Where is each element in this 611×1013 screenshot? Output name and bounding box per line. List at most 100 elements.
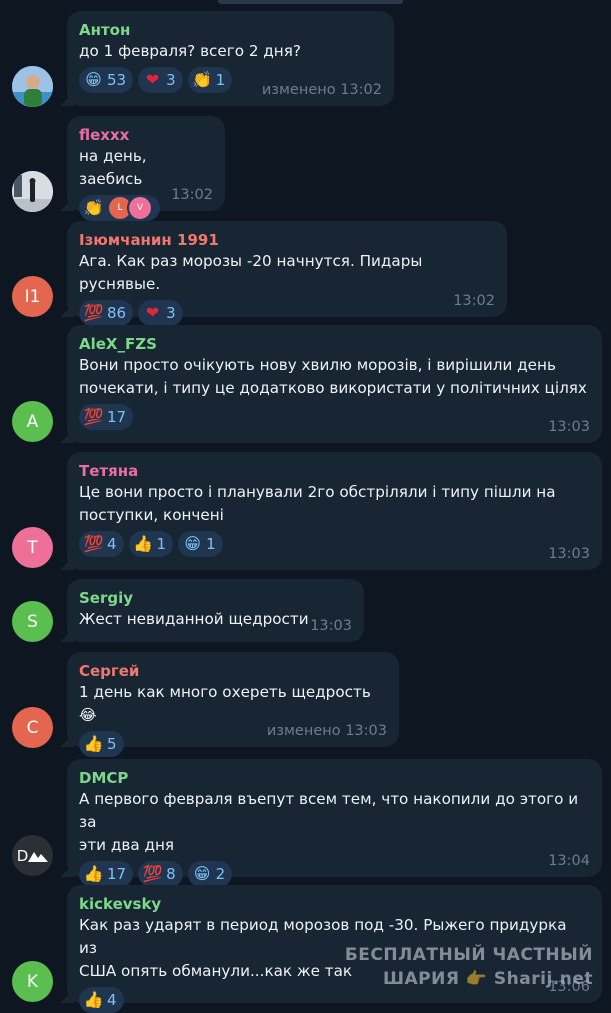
reaction-count: 1 <box>156 535 167 553</box>
grin-emoji-icon: 😁 <box>193 864 211 883</box>
hundred-emoji-icon: 💯 <box>83 407 104 426</box>
reactions-bar: 👍 17 💯 8 😁 2 <box>79 861 589 887</box>
clap-emoji-icon: 👏 <box>83 198 104 217</box>
author-name[interactable]: Тетяна <box>79 461 589 481</box>
reaction-count: 53 <box>107 71 127 89</box>
message-bubble[interactable]: Антон до 1 февраля? всего 2 дня? 😁 53 ❤ 3 👏 1 из… <box>67 11 394 106</box>
message-text: Вони просто очікують нову хвилю морозів,… <box>79 356 587 397</box>
message-time: изменено 13:03 <box>266 723 387 739</box>
avatar[interactable]: С <box>12 707 53 748</box>
reaction-chip[interactable]: ❤ 3 <box>138 67 183 93</box>
avatar[interactable]: A <box>12 401 53 442</box>
author-name[interactable]: DMCP <box>79 768 589 788</box>
avatar[interactable]: S <box>12 601 53 642</box>
message-bubble[interactable]: DMCP А первого февраля въепут всем тем, ч… <box>67 759 602 887</box>
hundred-emoji-icon: 💯 <box>83 534 104 553</box>
message-text: А первого февраля въепут всем тем, что н… <box>79 790 579 854</box>
reactions-bar: 💯 4 👍 1 😁 1 <box>79 531 589 557</box>
reactions-bar: 💯 86 ❤ 3 <box>79 300 494 326</box>
avatar-letter: K <box>26 971 39 992</box>
avatar[interactable] <box>12 171 53 212</box>
reaction-chip[interactable]: 👍 5 <box>79 731 124 757</box>
reaction-users: LV <box>107 195 153 221</box>
avatar[interactable]: Т <box>12 527 53 568</box>
avatar-letter: І1 <box>24 286 41 307</box>
reaction-chip[interactable]: 💯 17 <box>79 404 134 430</box>
reaction-chip[interactable]: 👏 L V <box>79 195 160 221</box>
message-bubble[interactable]: flexxx на день, заебись 👏 L V 13:02 <box>67 116 225 221</box>
message-bubble[interactable]: Сергей 1 день как много охереть щедрость … <box>67 652 399 757</box>
reaction-chip[interactable]: 💯 8 <box>138 861 183 887</box>
top-scroll-indicator <box>218 0 403 4</box>
reaction-chip[interactable]: 😁 1 <box>178 531 223 557</box>
message-text: на день, заебись <box>79 147 147 188</box>
message-time: 13:03 <box>548 546 590 562</box>
watermark-line-1: БЕСПЛАТНЫЙ ЧАСТНЫЙ <box>344 945 593 965</box>
message-time: изменено 13:02 <box>261 82 382 98</box>
reaction-count: 4 <box>107 991 117 1009</box>
message-time: 13:02 <box>171 187 213 203</box>
avatar[interactable] <box>12 66 53 107</box>
reaction-chip[interactable]: ❤ 3 <box>138 300 183 326</box>
message-text: Це вони просто і планували 2го обстрілял… <box>79 483 556 524</box>
thumbs-up-emoji-icon: 👍 <box>83 734 104 753</box>
author-name[interactable]: Ізюмчанин 1991 <box>79 230 494 250</box>
reaction-count: 2 <box>215 865 226 883</box>
message-bubble[interactable]: Sergiy Жест невиданной щедрости 13:03 <box>67 579 364 642</box>
avatar[interactable]: І1 <box>12 276 53 317</box>
reaction-chip[interactable]: 💯 4 <box>79 531 124 557</box>
hundred-emoji-icon: 💯 <box>142 864 163 883</box>
reaction-chip[interactable]: 😁 53 <box>79 67 134 93</box>
reaction-count: 3 <box>166 304 176 322</box>
mountain-logo-icon <box>28 851 49 862</box>
reaction-chip[interactable]: 😁 2 <box>187 861 233 887</box>
reaction-count: 86 <box>107 304 127 322</box>
avatar-photo-icon <box>12 66 53 107</box>
reaction-count: 3 <box>166 71 176 89</box>
reaction-chip[interactable]: 👏 1 <box>187 67 233 93</box>
reaction-count: 17 <box>107 865 127 883</box>
hundred-emoji-icon: 💯 <box>83 303 104 322</box>
clap-emoji-icon: 👏 <box>192 70 213 89</box>
reaction-chip[interactable]: 👍 17 <box>79 861 134 887</box>
reaction-chip[interactable]: 💯 86 <box>79 300 134 326</box>
message-text: до 1 февраля? всего 2 дня? <box>79 42 301 60</box>
author-name[interactable]: kickevsky <box>79 894 589 914</box>
avatar-letter: S <box>27 611 38 632</box>
thumbs-up-emoji-icon: 👍 <box>133 534 154 553</box>
message-time: 13:04 <box>548 853 590 869</box>
message-bubble[interactable]: AleX_FZS Вони просто очікують нову хвилю … <box>67 325 602 443</box>
avatar-letter: Т <box>27 537 38 558</box>
reaction-chip[interactable]: 👍 1 <box>128 531 174 557</box>
author-name[interactable]: AleX_FZS <box>79 334 589 354</box>
thumbs-up-emoji-icon: 👍 <box>83 990 104 1009</box>
message-time: 13:03 <box>548 419 590 435</box>
reaction-user-avatar: V <box>127 195 153 221</box>
avatar[interactable]: D <box>12 835 53 876</box>
author-name[interactable]: Сергей <box>79 661 386 681</box>
message-bubble[interactable]: Тетяна Це вони просто і планували 2го обс… <box>67 452 602 570</box>
thumbs-up-emoji-icon: 👍 <box>83 864 104 883</box>
reaction-count: 8 <box>166 865 176 883</box>
message-text: 1 день как много охереть щедрость 😂 <box>79 683 371 724</box>
message-bubble[interactable]: Ізюмчанин 1991 Ага. Как раз морозы -20 на… <box>67 221 507 326</box>
reactions-bar: 💯 17 <box>79 404 589 430</box>
heart-emoji-icon: ❤ <box>145 303 160 322</box>
avatar-letter: С <box>26 717 39 738</box>
heart-emoji-icon: ❤ <box>145 70 160 89</box>
author-name[interactable]: flexxx <box>79 125 212 145</box>
reaction-chip[interactable]: 👍 4 <box>79 987 124 1013</box>
author-name[interactable]: Sergiy <box>79 588 351 608</box>
reaction-count: 17 <box>107 408 127 426</box>
grin-emoji-icon: 😁 <box>184 534 201 553</box>
reaction-count: 4 <box>107 535 117 553</box>
watermark: БЕСПЛАТНЫЙ ЧАСТНЫЙ ШАРИЯ 👉 Sharij.net <box>345 943 593 991</box>
reaction-count: 1 <box>206 535 216 553</box>
avatar-letter: A <box>26 411 39 432</box>
message-time: 13:03 <box>310 618 352 634</box>
avatar[interactable]: K <box>12 961 53 1002</box>
author-name[interactable]: Антон <box>79 20 381 40</box>
reaction-count: 5 <box>107 735 117 753</box>
message-time: 13:02 <box>453 293 495 309</box>
reaction-count: 1 <box>215 71 226 89</box>
